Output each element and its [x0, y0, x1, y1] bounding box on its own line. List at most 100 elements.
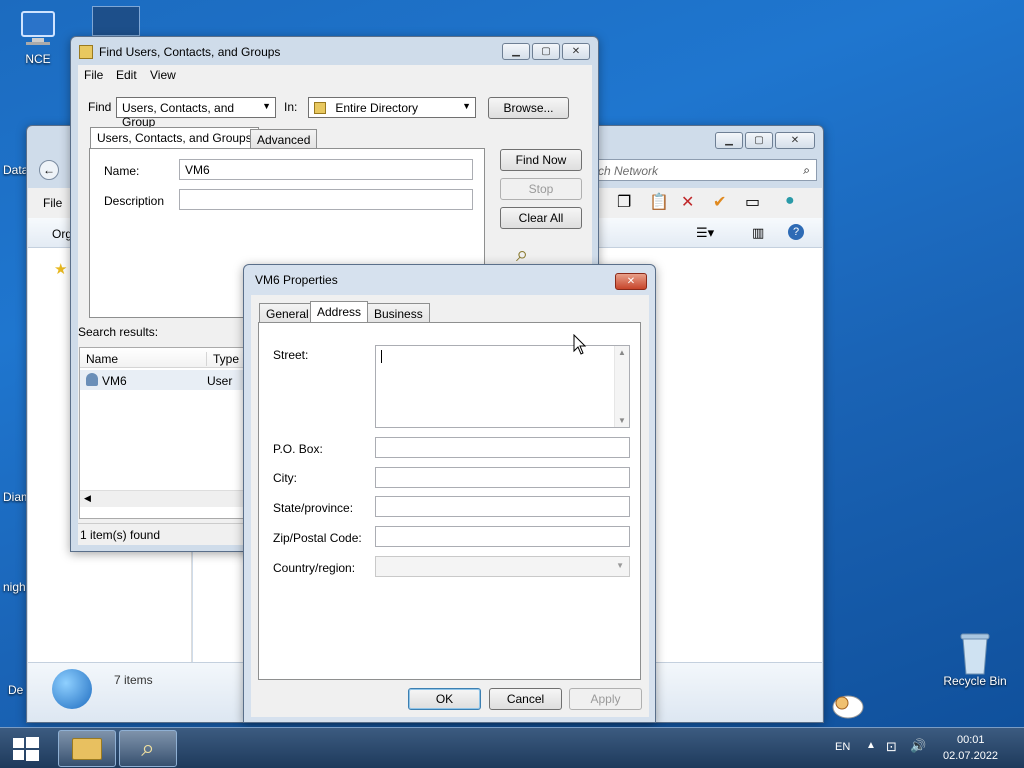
copy-icon[interactable]: ❐: [617, 192, 631, 212]
language-indicator[interactable]: EN: [835, 741, 850, 753]
search-box[interactable]: rch Network ⌕: [587, 159, 817, 181]
cancel-button[interactable]: Cancel: [489, 688, 562, 710]
ok-button[interactable]: OK: [408, 688, 481, 710]
in-value: Entire Directory: [335, 101, 419, 115]
start-button[interactable]: [12, 736, 40, 762]
zip-label: Zip/Postal Code:: [273, 531, 362, 545]
vertical-scrollbar[interactable]: ▲ ▼: [614, 346, 629, 427]
recycle-bin-icon: [955, 630, 995, 675]
zip-input[interactable]: [375, 526, 630, 547]
find-label: Find: [88, 100, 112, 114]
city-input[interactable]: [375, 467, 630, 488]
desktop-icon-nce[interactable]: NCE: [8, 8, 68, 66]
command-icons: ❐ 📋 ✕ ✔ ▭ ●: [597, 192, 817, 216]
scroll-up-icon[interactable]: ▲: [618, 348, 626, 357]
preview-pane-icon[interactable]: ▥: [752, 225, 764, 241]
col-name[interactable]: Name: [86, 352, 118, 366]
organize-menu[interactable]: Org: [52, 227, 72, 241]
show-hidden-icon[interactable]: ▲: [866, 740, 876, 751]
tab-address[interactable]: Address: [310, 301, 369, 323]
check-icon[interactable]: ✔: [713, 192, 726, 212]
find-type-select[interactable]: Users, Contacts, and Group ▼: [116, 97, 276, 129]
paste-icon[interactable]: 📋: [649, 192, 669, 212]
clock-time[interactable]: 00:01: [957, 734, 985, 746]
in-label: In:: [284, 100, 298, 114]
close-button[interactable]: ✕: [775, 132, 815, 149]
stop-button[interactable]: Stop: [500, 178, 582, 200]
scroll-left-icon[interactable]: ◀: [84, 493, 91, 504]
country-select[interactable]: ▼: [375, 556, 630, 577]
computer-icon: [18, 8, 58, 48]
chevron-down-icon: ▼: [262, 101, 271, 111]
description-input[interactable]: [179, 189, 473, 210]
back-button[interactable]: ←: [39, 160, 59, 180]
help-icon[interactable]: ?: [788, 224, 804, 240]
find-now-button[interactable]: Find Now: [500, 149, 582, 171]
scroll-down-icon[interactable]: ▼: [618, 416, 626, 425]
menu-file[interactable]: File: [84, 68, 103, 82]
browse-button[interactable]: Browse...: [488, 97, 569, 119]
apply-button[interactable]: Apply: [569, 688, 642, 710]
close-button[interactable]: ✕: [562, 43, 590, 60]
name-label: Name:: [104, 164, 140, 178]
col-type[interactable]: Type: [206, 352, 239, 366]
volume-icon[interactable]: 🔊: [910, 738, 926, 754]
properties-icon[interactable]: ▭: [745, 192, 760, 212]
street-textarea[interactable]: ▲ ▼: [375, 345, 630, 428]
minimize-button[interactable]: ▁: [502, 43, 530, 60]
in-select[interactable]: Entire Directory ▼: [308, 97, 476, 118]
folder-icon: [314, 102, 326, 114]
network-globe-icon: [52, 669, 92, 709]
taskbar-find[interactable]: ⌕: [119, 730, 177, 767]
search-icon[interactable]: ⌕: [803, 163, 810, 178]
results-header: Name Type: [80, 348, 245, 368]
favorites-icon[interactable]: ★: [54, 260, 67, 278]
desktop-partial-label: Data: [3, 163, 29, 177]
street-label: Street:: [273, 348, 309, 362]
row-type: User: [207, 374, 233, 388]
menu-file[interactable]: File: [43, 196, 62, 210]
window-title: Find Users, Contacts, and Groups: [99, 45, 281, 59]
desktop-icon-recycle-bin[interactable]: Recycle Bin: [940, 630, 1010, 688]
menu-edit[interactable]: Edit: [116, 68, 137, 82]
state-label: State/province:: [273, 501, 354, 515]
desktop-icon-label: Recycle Bin: [943, 674, 1007, 688]
taskbar-explorer[interactable]: [58, 730, 116, 767]
close-button[interactable]: ✕: [615, 273, 647, 290]
pobox-label: P.O. Box:: [273, 442, 323, 456]
clock-date[interactable]: 02.07.2022: [943, 750, 998, 762]
maximize-button[interactable]: ▢: [745, 132, 773, 149]
desktop-partial-label: De: [8, 683, 24, 697]
table-row[interactable]: VM6 User: [80, 370, 245, 390]
name-input[interactable]: VM6: [179, 159, 473, 180]
status-bar: 1 item(s) found: [78, 523, 258, 545]
chevron-down-icon: ▼: [462, 101, 471, 111]
pobox-input[interactable]: [375, 437, 630, 458]
tab-advanced[interactable]: Advanced: [250, 129, 318, 149]
menu-view[interactable]: View: [150, 68, 176, 82]
maximize-button[interactable]: ▢: [532, 43, 560, 60]
app-shortcut-icon[interactable]: [92, 6, 140, 36]
status-text: 1 item(s) found: [80, 528, 161, 542]
network-icon[interactable]: ●: [785, 192, 795, 210]
tab-general[interactable]: General: [259, 303, 316, 323]
search-icon: ⌕: [141, 734, 155, 762]
folder-icon: [72, 737, 102, 760]
desktop-icon-label: NCE: [25, 52, 51, 66]
tab-business[interactable]: Business: [367, 303, 430, 323]
state-input[interactable]: [375, 496, 630, 517]
network-tray-icon[interactable]: ⊡: [886, 739, 897, 755]
tab-users-contacts-groups[interactable]: Users, Contacts, and Groups: [90, 127, 259, 149]
find-type-value: Users, Contacts, and Group: [122, 101, 235, 129]
minimize-button[interactable]: ▁: [715, 132, 743, 149]
taskbar: ⌕ EN ▲ ⊡ 🔊 00:01 02.07.2022: [0, 727, 1024, 768]
search-input[interactable]: rch Network: [594, 164, 658, 178]
delete-icon[interactable]: ✕: [681, 192, 694, 212]
view-options-icon[interactable]: ☰▾: [696, 225, 714, 241]
clear-all-button[interactable]: Clear All: [500, 207, 582, 229]
horizontal-scrollbar[interactable]: ◀: [80, 490, 245, 507]
properties-dialog[interactable]: VM6 Properties ✕ General Address Busines…: [243, 264, 656, 723]
country-label: Country/region:: [273, 561, 356, 575]
results-list: Name Type VM6 User ◀: [79, 347, 245, 519]
sheep-icon[interactable]: [830, 690, 866, 720]
